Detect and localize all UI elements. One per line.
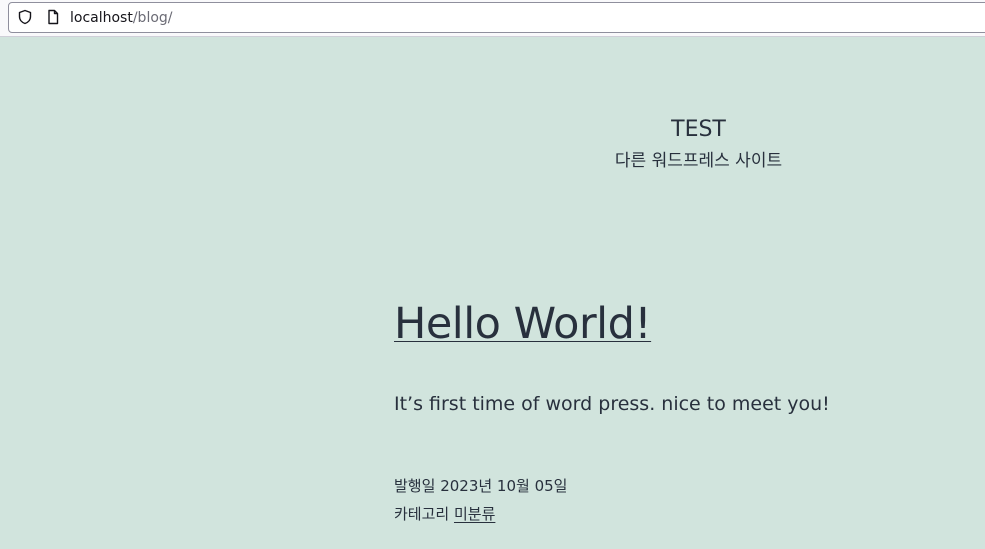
site-description: 다른 워드프레스 사이트 <box>614 151 783 171</box>
category-label: 카테고리 <box>394 505 450 523</box>
post-meta: 발행일 2023년 10월 05일 카테고리 미분류 <box>394 472 567 528</box>
post-excerpt: It’s first time of word press. nice to m… <box>394 393 830 415</box>
post-entry: Hello World! It’s first time of word pre… <box>394 296 954 523</box>
page-icon[interactable] <box>45 9 61 25</box>
site-title[interactable]: TEST <box>0 115 985 145</box>
shield-icon[interactable] <box>17 9 33 25</box>
url-text[interactable]: localhost/blog/ <box>70 8 173 28</box>
browser-toolbar: localhost/blog/ <box>0 0 985 37</box>
site-header: TEST 다른 워드프레스 사이트 <box>0 115 985 185</box>
address-bar[interactable]: localhost/blog/ <box>8 2 985 33</box>
post-title: Hello World! <box>394 296 954 352</box>
post-title-link[interactable]: Hello World! <box>394 299 652 349</box>
published-label: 발행일 <box>394 477 436 495</box>
post-date-line: 발행일 2023년 10월 05일 <box>394 472 567 500</box>
url-host: localhost <box>70 10 133 26</box>
category-link[interactable]: 미분류 <box>454 505 495 523</box>
post-category-line: 카테고리 미분류 <box>394 500 567 528</box>
published-date: 2023년 10월 05일 <box>440 477 568 495</box>
url-path: /blog/ <box>132 10 173 26</box>
